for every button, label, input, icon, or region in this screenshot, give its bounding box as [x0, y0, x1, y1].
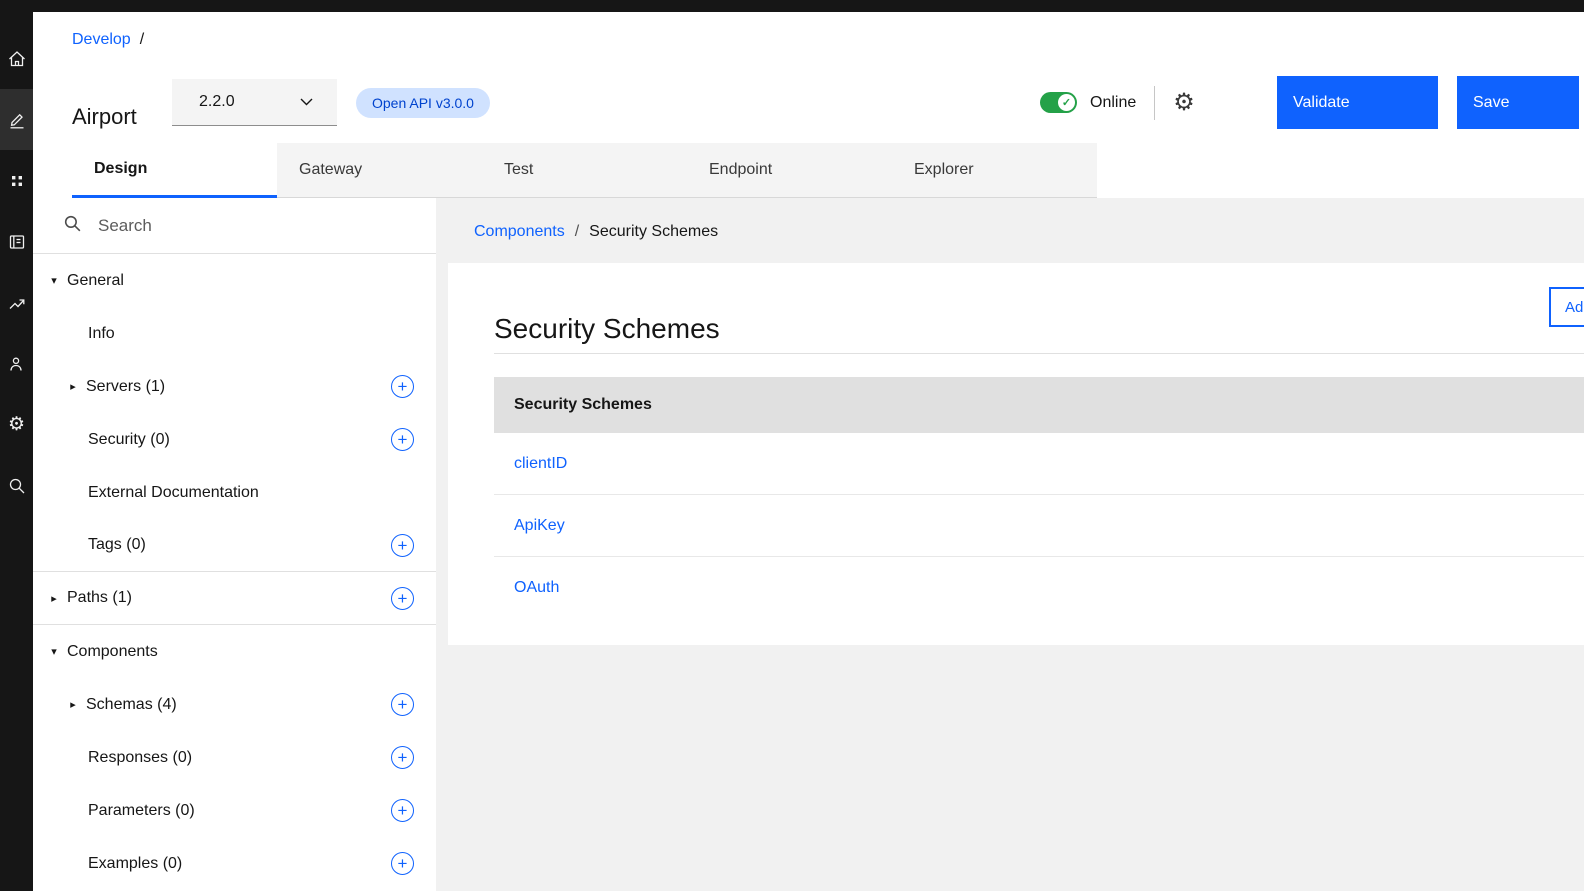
- rail-item-settings[interactable]: ⚙: [0, 394, 33, 455]
- sidebar-item-label: External Documentation: [88, 484, 259, 502]
- sidebar-item-label: Responses (0): [88, 749, 192, 767]
- tab-bar: Design Gateway Test Endpoint Explorer: [72, 143, 1097, 198]
- sidebar-item-label: Parameters (0): [88, 802, 195, 820]
- sidebar-item-label: Schemas (4): [86, 696, 177, 714]
- version-select[interactable]: 2.2.0: [172, 79, 337, 126]
- breadcrumb-separator: /: [575, 223, 579, 240]
- top-system-bar: [0, 0, 1584, 12]
- edit-icon: [7, 110, 27, 130]
- add-security-button[interactable]: +: [391, 428, 414, 451]
- online-status-label: Online: [1090, 94, 1136, 112]
- sidebar-item-examples[interactable]: Examples (0) +: [33, 837, 436, 890]
- sidebar-item-label: Components: [67, 643, 158, 661]
- sidebar-item-label: Servers (1): [86, 378, 165, 396]
- table-header-label: Security Schemes: [494, 396, 652, 414]
- sidebar-item-label: Examples (0): [88, 855, 182, 873]
- sidebar-item-external-documentation[interactable]: External Documentation: [33, 466, 436, 519]
- rail-item-search[interactable]: [0, 455, 33, 516]
- rail-item-develop[interactable]: [0, 89, 33, 150]
- add-example-button[interactable]: +: [391, 852, 414, 875]
- version-select-value: 2.2.0: [199, 93, 300, 111]
- tab-design[interactable]: Design: [72, 143, 277, 198]
- sidebar-search-row: [33, 198, 436, 254]
- table-body: clientID ApiKey OAuth: [494, 433, 1584, 618]
- sidebar-item-label: Tags (0): [88, 536, 146, 554]
- header-divider: [1154, 86, 1155, 120]
- search-icon: [7, 476, 27, 496]
- scheme-link-apikey[interactable]: ApiKey: [494, 517, 565, 535]
- sidebar-item-label: Paths (1): [67, 589, 132, 607]
- sidebar-item-general[interactable]: ▾ General: [33, 254, 436, 307]
- sidebar-item-components[interactable]: ▾ Components: [33, 625, 436, 678]
- add-server-button[interactable]: +: [391, 375, 414, 398]
- rail-item-members[interactable]: [0, 333, 33, 394]
- card-title: Security Schemes: [494, 313, 720, 345]
- sidebar-item-security[interactable]: Security (0) +: [33, 413, 436, 466]
- members-icon: [7, 354, 27, 374]
- left-nav-rail: ⚙: [0, 12, 33, 891]
- sidebar-item-responses[interactable]: Responses (0) +: [33, 731, 436, 784]
- search-icon: [62, 213, 83, 239]
- table-row: ApiKey: [494, 495, 1584, 557]
- rail-item-analytics[interactable]: [0, 272, 33, 333]
- sidebar-item-label: Info: [88, 325, 115, 343]
- tab-explorer[interactable]: Explorer: [892, 143, 1097, 198]
- status-cluster: ✓ Online ⚙: [1040, 76, 1195, 129]
- api-title: Airport: [72, 104, 137, 130]
- add-path-button[interactable]: +: [391, 587, 414, 610]
- add-tag-button[interactable]: +: [391, 534, 414, 557]
- breadcrumb-components-link[interactable]: Components: [474, 223, 565, 240]
- gear-icon[interactable]: ⚙: [1173, 91, 1195, 115]
- sidebar-item-parameters[interactable]: Parameters (0) +: [33, 784, 436, 837]
- sidebar-item-servers[interactable]: ▸ Servers (1) +: [33, 360, 436, 413]
- security-schemes-card: Security Schemes Add Security Schemes cl…: [448, 263, 1584, 645]
- chevron-down-icon: [300, 93, 313, 111]
- save-button[interactable]: Save: [1457, 76, 1579, 129]
- breadcrumb: Develop /: [72, 31, 144, 49]
- design-sidebar: ▾ General Info ▸ Servers (1) + Security …: [33, 198, 436, 891]
- online-toggle[interactable]: ✓: [1040, 92, 1077, 113]
- main-content: Components / Security Schemes Security Sch…: [436, 198, 1584, 891]
- add-parameter-button[interactable]: +: [391, 799, 414, 822]
- validate-button[interactable]: Validate: [1277, 76, 1438, 129]
- caret-down-icon: ▾: [47, 274, 61, 287]
- rail-item-catalog[interactable]: [0, 211, 33, 272]
- settings-icon: ⚙: [8, 415, 25, 434]
- sidebar-item-paths[interactable]: ▸ Paths (1) +: [33, 572, 436, 625]
- caret-right-icon: ▸: [47, 592, 61, 605]
- caret-right-icon: ▸: [66, 380, 80, 393]
- toggle-check-icon: ✓: [1058, 94, 1075, 111]
- scheme-link-clientid[interactable]: clientID: [494, 455, 567, 473]
- breadcrumb-current: Security Schemes: [589, 223, 718, 240]
- sidebar-item-schemas[interactable]: ▸ Schemas (4) +: [33, 678, 436, 731]
- add-security-scheme-button[interactable]: Add: [1549, 287, 1584, 327]
- breadcrumb-separator: /: [140, 31, 144, 48]
- sidebar-item-label: General: [67, 272, 124, 290]
- openapi-version-badge: Open API v3.0.0: [356, 88, 490, 118]
- analytics-icon: [7, 293, 27, 313]
- table-row: OAuth: [494, 557, 1584, 618]
- rail-item-products[interactable]: [0, 150, 33, 211]
- tab-test[interactable]: Test: [482, 143, 687, 198]
- sidebar-item-tags[interactable]: Tags (0) +: [33, 519, 436, 572]
- tab-gateway[interactable]: Gateway: [277, 143, 482, 198]
- scheme-link-oauth[interactable]: OAuth: [494, 579, 559, 597]
- home-icon: [7, 49, 27, 69]
- table-row: clientID: [494, 433, 1584, 495]
- caret-down-icon: ▾: [47, 645, 61, 658]
- sidebar-item-info[interactable]: Info: [33, 307, 436, 360]
- table-header-row: Security Schemes: [494, 377, 1584, 433]
- add-schema-button[interactable]: +: [391, 693, 414, 716]
- breadcrumb-develop-link[interactable]: Develop: [72, 31, 131, 48]
- catalog-icon: [7, 232, 27, 252]
- content-breadcrumb: Components / Security Schemes: [474, 223, 718, 241]
- title-divider: [494, 353, 1584, 354]
- sidebar-item-label: Security (0): [88, 431, 170, 449]
- add-response-button[interactable]: +: [391, 746, 414, 769]
- tab-endpoint[interactable]: Endpoint: [687, 143, 892, 198]
- search-input[interactable]: [96, 215, 436, 237]
- products-icon: [7, 171, 27, 191]
- rail-item-home[interactable]: [0, 28, 33, 89]
- caret-right-icon: ▸: [66, 698, 80, 711]
